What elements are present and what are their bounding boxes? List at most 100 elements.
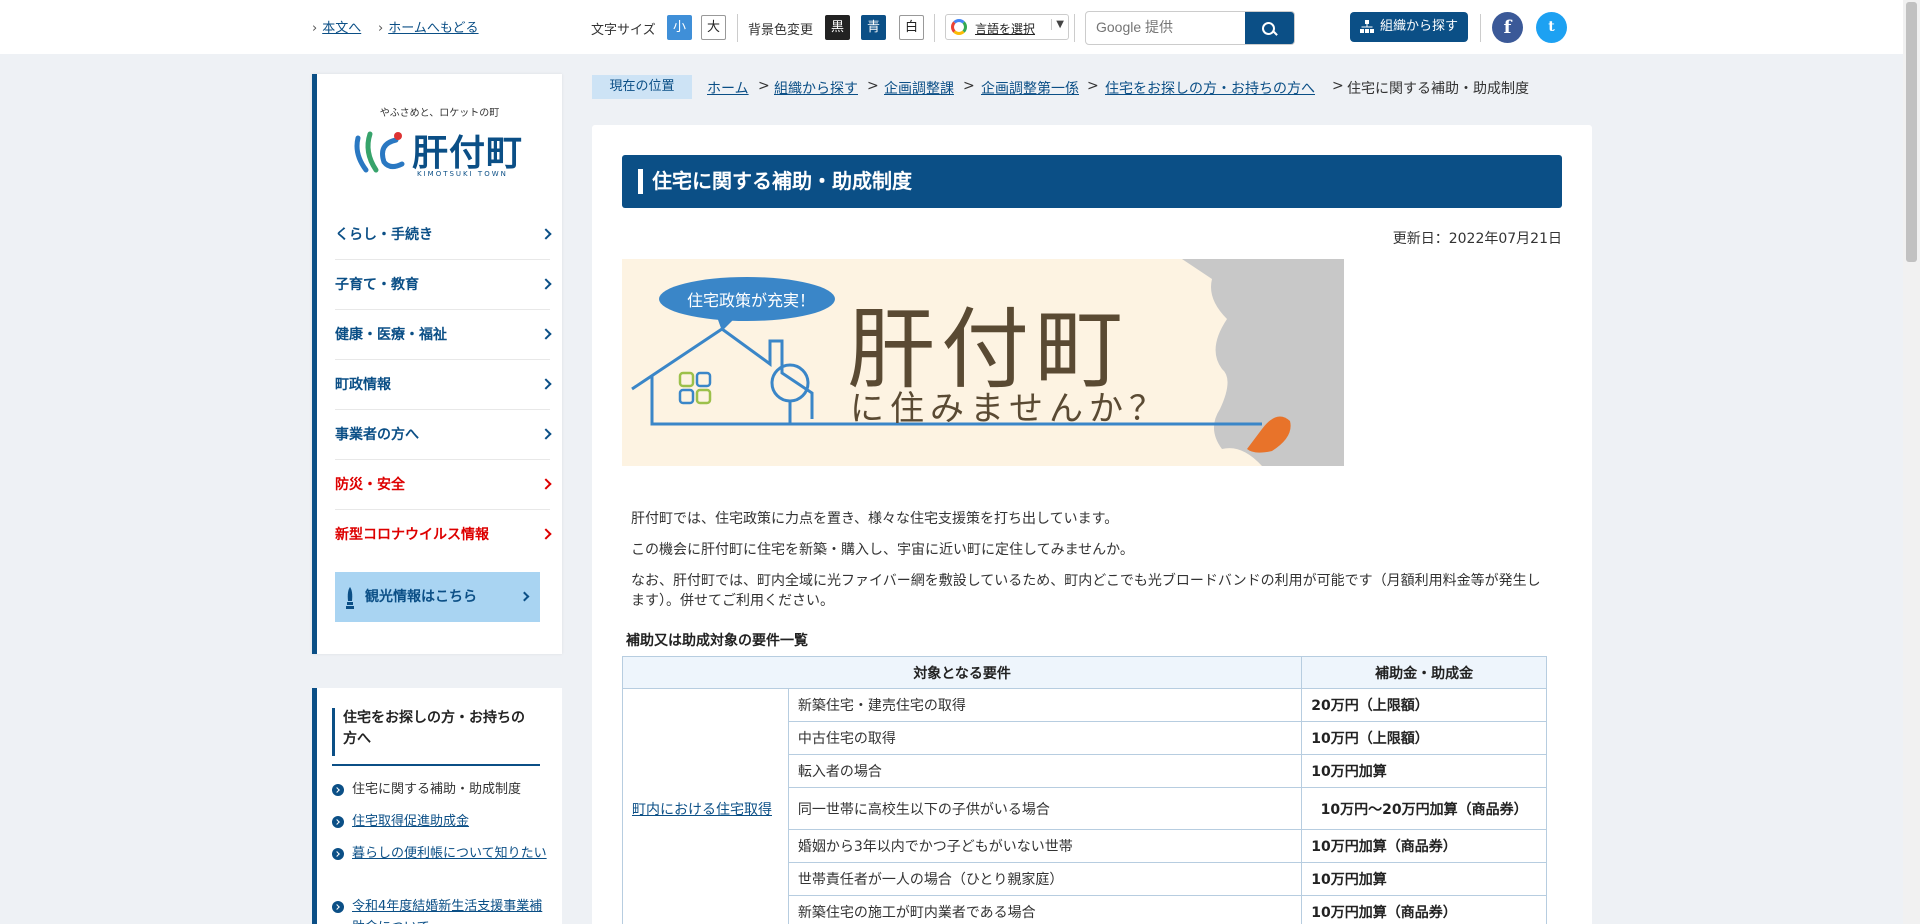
divider: [1074, 14, 1075, 42]
banner-subtitle: に住みませんか？: [850, 389, 1169, 429]
divider: [737, 14, 738, 42]
org-search-button[interactable]: 組織から探す: [1350, 12, 1468, 42]
banner-image: 住宅政策が充実！ 肝付町 に住みませんか？: [622, 259, 1344, 466]
nav-item-label: 子育て・教育: [335, 277, 419, 293]
table-cell: 新築住宅の施工が町内業者である場合: [787, 895, 1303, 924]
nav-item-business[interactable]: 事業者の方へ: [335, 410, 552, 460]
twitter-icon[interactable]: t: [1536, 12, 1567, 43]
page-scrollbar[interactable]: [1903, 0, 1920, 924]
logo-tagline: やふさめと、ロケットの町: [379, 108, 500, 119]
breadcrumb-separator: >: [758, 78, 770, 94]
chevron-right-icon: [540, 428, 552, 440]
page-title: 住宅に関する補助・助成制度: [622, 155, 1562, 208]
skip-to-main-link[interactable]: 本文へ: [312, 17, 361, 36]
breadcrumb-home[interactable]: ホーム: [707, 78, 749, 98]
nav-item-label: 新型コロナウイルス情報: [335, 527, 489, 543]
bg-blue-button[interactable]: 青: [861, 15, 886, 40]
table-header-row: 対象となる要件 補助金・助成金: [621, 656, 1547, 689]
nav-item-label: 防災・安全: [335, 477, 405, 493]
breadcrumb-separator: >: [1332, 78, 1344, 94]
breadcrumb-current: 住宅に関する補助・助成制度: [1347, 81, 1529, 97]
nav-item-covid[interactable]: 新型コロナウイルス情報: [335, 510, 552, 560]
breadcrumb-separator: >: [867, 78, 879, 94]
intro-paragraph: この機会に肝付町に住宅を新築・購入し、宇宙に近い町に定住してみませんか。: [631, 542, 1134, 558]
divider: [934, 14, 935, 42]
sidebar-link-convenience-book[interactable]: 暮らしの便利帳について知りたい: [332, 843, 547, 864]
breadcrumb-org-search[interactable]: 組織から探す: [774, 78, 858, 98]
divider: [332, 764, 540, 766]
chevron-right-icon: [540, 528, 552, 540]
main-nav: くらし・手続き 子育て・教育 健康・医療・福祉 町政情報 事業者の方へ 防災・安…: [317, 210, 562, 560]
org-chart-icon: [1360, 20, 1374, 33]
back-home-link[interactable]: ホームへもどる: [378, 17, 478, 36]
nav-item-disaster[interactable]: 防災・安全: [335, 460, 552, 510]
table-row: 町内における住宅取得 新築住宅・建売住宅の取得 20万円（上限額）: [622, 688, 1547, 924]
table-cell: 婚姻から3年以内でかつ子どもがいない世帯: [787, 829, 1303, 863]
chevron-right-icon: [540, 228, 552, 240]
font-small-button[interactable]: 小: [667, 15, 692, 40]
bg-white-button[interactable]: 白: [899, 15, 924, 40]
table-heading: 補助又は助成対象の要件一覧: [626, 633, 808, 649]
table-cell: 10万円～20万円加算（商品券）: [1301, 787, 1547, 830]
search-input[interactable]: [1096, 19, 1256, 35]
search-button[interactable]: [1245, 12, 1294, 44]
sidebar: やふさめと、ロケットの町 肝付町 KIMOTSUKI TOWN くらし・手続き …: [312, 74, 562, 654]
column-header: 対象となる要件: [621, 656, 1303, 689]
sidebar-section-heading: 住宅をお探しの方・お持ちの方へ: [332, 708, 537, 756]
nav-item-living[interactable]: くらし・手続き: [335, 210, 552, 260]
intro-paragraph: 肝付町では、住宅政策に力点を置き、様々な住宅支援策を打ち出しています。: [631, 511, 1119, 527]
bg-black-button[interactable]: 黒: [825, 15, 850, 40]
nav-item-childcare[interactable]: 子育て・教育: [335, 260, 552, 310]
logo-name: 肝付町: [412, 132, 524, 174]
breadcrumb-housing-seekers[interactable]: 住宅をお探しの方・お持ちの方へ: [1105, 78, 1315, 98]
nav-item-label: くらし・手続き: [335, 227, 433, 243]
requirements-table: 対象となる要件 補助金・助成金 町内における住宅取得 新築住宅・建売住宅の取得 …: [621, 656, 1547, 924]
google-g-icon: [951, 19, 967, 35]
sidebar-link-housing-grant[interactable]: 住宅取得促進助成金: [332, 811, 547, 832]
chevron-right-icon: [519, 591, 530, 602]
table-cell: 10万円（上限額）: [1301, 721, 1547, 755]
org-search-label: 組織から探す: [1380, 19, 1459, 34]
facebook-icon[interactable]: f: [1492, 12, 1523, 43]
table-cell: 10万円加算: [1301, 754, 1547, 788]
sidebar-section: 住宅をお探しの方・お持ちの方へ 住宅に関する補助・助成制度 住宅取得促進助成金 …: [312, 688, 562, 924]
font-large-button[interactable]: 大: [701, 15, 726, 40]
chevron-right-icon: [540, 478, 552, 490]
main-content: 住宅に関する補助・助成制度 更新日：2022年07月21日 住宅政策が充実！ 肝…: [592, 125, 1592, 924]
table-cell: 中古住宅の取得: [787, 721, 1303, 755]
updated-date: 更新日：2022年07月21日: [1392, 231, 1562, 247]
breadcrumb-planning-section[interactable]: 企画調整第一係: [981, 78, 1079, 98]
table-cell: 10万円加算（商品券）: [1301, 829, 1547, 863]
tourism-link[interactable]: 観光情報はこちら: [335, 572, 540, 622]
sidebar-link-marriage-support[interactable]: 令和4年度結婚新生活支援事業補助金について: [332, 896, 547, 924]
table-cell: 同一世帯に高校生以下の子供がいる場合: [787, 787, 1303, 830]
column-header: 補助金・助成金: [1301, 656, 1547, 689]
nav-item-label: 事業者の方へ: [335, 427, 419, 443]
chevron-right-icon: [540, 328, 552, 340]
chevron-right-icon: [540, 278, 552, 290]
table-category-link[interactable]: 町内における住宅取得: [622, 688, 789, 924]
site-search: [1085, 11, 1295, 45]
nav-item-label: 町政情報: [335, 377, 391, 393]
nav-item-health[interactable]: 健康・医療・福祉: [335, 310, 552, 360]
table-cell: 10万円加算（商品券）: [1301, 895, 1547, 924]
translate-select[interactable]: 言語を選択 ▼: [945, 14, 1069, 40]
nav-item-label: 健康・医療・福祉: [335, 327, 447, 343]
intro-paragraph: なお、肝付町では、町内全域に光ファイバー網を敷設しているため、町内どこでも光ブロ…: [631, 573, 1541, 609]
divider: [1480, 14, 1481, 42]
breadcrumb-separator: >: [963, 78, 975, 94]
top-bar: 本文へ ホームへもどる 文字サイズ 小 大 背景色変更 黒 青 白 言語を選択 …: [0, 0, 1920, 54]
scrollbar-thumb[interactable]: [1906, 2, 1917, 262]
breadcrumb-separator: >: [1087, 78, 1099, 94]
logo-english: KIMOTSUKI TOWN: [417, 170, 508, 178]
table-cell: 新築住宅・建売住宅の取得: [787, 688, 1303, 722]
font-size-label: 文字サイズ: [591, 23, 656, 38]
sidebar-link-current: 住宅に関する補助・助成制度: [332, 779, 547, 800]
chevron-down-icon: ▼: [1051, 19, 1064, 30]
bg-color-label: 背景色変更: [748, 23, 814, 38]
breadcrumb-here-label: 現在の位置: [592, 75, 692, 99]
breadcrumb-planning-division[interactable]: 企画調整課: [884, 78, 954, 98]
chevron-right-icon: [540, 378, 552, 390]
nav-item-town-info[interactable]: 町政情報: [335, 360, 552, 410]
town-logo-mark-icon: [354, 131, 405, 173]
